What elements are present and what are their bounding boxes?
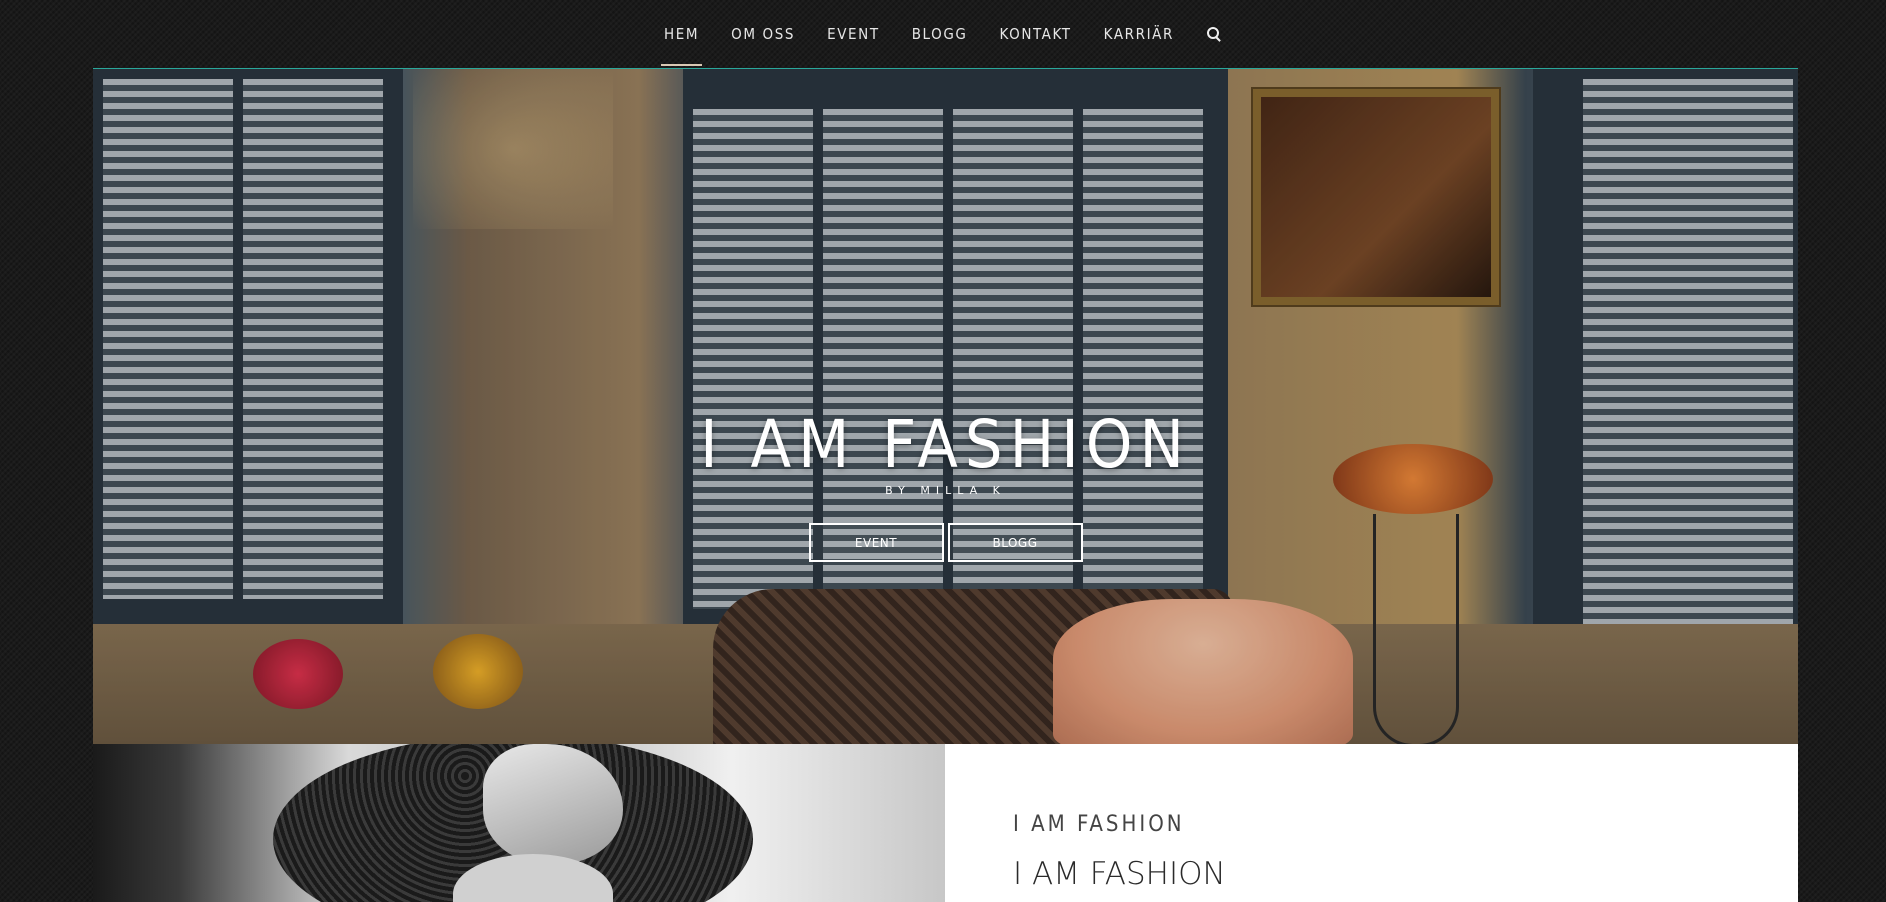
- intro-text-panel: I AM FASHION I AM FASHION: [945, 744, 1798, 902]
- search-icon: [1206, 26, 1222, 42]
- search-button[interactable]: [1206, 0, 1222, 68]
- blogg-button[interactable]: BLOGG: [947, 523, 1083, 562]
- nav-item-kontakt[interactable]: KONTAKT: [999, 0, 1071, 68]
- nav-item-karriar[interactable]: KARRIÄR: [1104, 0, 1174, 68]
- hero-banner: I AM FASHION BY MILLA K EVENT BLOGG: [93, 69, 1798, 744]
- event-button[interactable]: EVENT: [808, 523, 944, 562]
- hero-subtitle: BY MILLA K: [885, 484, 1006, 497]
- nav-menu: HEM OM OSS EVENT BLOGG KONTAKT KARRIÄR: [648, 0, 1238, 68]
- nav-item-om-oss[interactable]: OM OSS: [731, 0, 795, 68]
- hero-button-group: EVENT BLOGG: [93, 523, 1798, 562]
- nav-item-hem[interactable]: HEM: [661, 0, 703, 68]
- nav-item-event[interactable]: EVENT: [827, 0, 880, 68]
- nav-item-blogg[interactable]: BLOGG: [912, 0, 968, 68]
- section-kicker: I AM FASHION: [1013, 812, 1185, 837]
- hero-title: I AM FASHION: [700, 406, 1191, 483]
- section-heading: I AM FASHION: [1013, 856, 1226, 892]
- main-navigation: HEM OM OSS EVENT BLOGG KONTAKT KARRIÄR: [0, 0, 1886, 68]
- fashion-photo: [93, 744, 945, 902]
